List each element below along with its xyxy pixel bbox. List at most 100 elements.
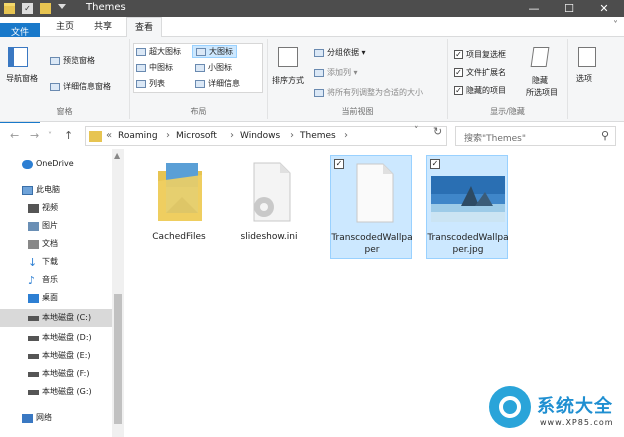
breadcrumb-overflow[interactable]: « [106, 130, 112, 141]
sidebar-item-drive-d[interactable]: 本地磁盘 (D:) [0, 329, 112, 347]
layout-details[interactable]: 详细信息 [195, 78, 240, 89]
navigation-pane-button[interactable]: 导航窗格 [6, 73, 38, 84]
hide-selected-button-top[interactable]: 隐藏 [532, 75, 548, 86]
computer-icon [22, 186, 33, 195]
layout-list[interactable]: 列表 [136, 78, 165, 89]
checkbox-checked-icon[interactable]: ✓ [334, 159, 344, 169]
medium-icons-icon [136, 63, 146, 72]
tab-share[interactable]: 共享 [86, 17, 120, 37]
folder-icon [89, 131, 102, 142]
layout-small-icons[interactable]: 小图标 [195, 62, 232, 73]
preview-pane-icon [50, 56, 60, 65]
small-icons-icon [195, 63, 205, 72]
breadcrumb-roaming[interactable]: Roaming [118, 131, 158, 141]
file-extensions-toggle[interactable]: ✓ 文件扩展名 [454, 67, 506, 78]
search-icon[interactable]: ⚲ [601, 129, 609, 142]
scrollbar-thumb[interactable] [114, 294, 122, 424]
preview-pane-button[interactable]: 预览窗格 [50, 55, 95, 66]
address-field[interactable]: « Roaming › Microsoft › Windows › Themes… [85, 126, 447, 146]
sidebar-item-this-pc[interactable]: 此电脑 [0, 181, 112, 199]
maximize-button[interactable]: ☐ [554, 0, 584, 17]
sidebar-item-drive-g[interactable]: 本地磁盘 (G:) [0, 383, 112, 401]
address-dropdown-icon[interactable]: ˅ [414, 126, 419, 136]
sidebar-item-documents[interactable]: 文档 [0, 235, 112, 253]
sidebar-scrollbar[interactable]: ▲ [112, 149, 124, 437]
minimize-button[interactable]: — [519, 0, 549, 17]
sidebar-item-drive-f[interactable]: 本地磁盘 (F:) [0, 365, 112, 383]
properties-icon[interactable]: ✓ [22, 3, 33, 14]
file-name: TranscodedWallpaper.jpg [427, 233, 509, 255]
drive-icon [28, 372, 39, 377]
close-button[interactable]: ✕ [589, 0, 619, 17]
sort-by-button[interactable]: 排序方式 [272, 75, 304, 86]
chevron-right-icon[interactable]: › [230, 130, 234, 141]
fit-columns-icon [314, 88, 324, 97]
ribbon-expand-icon[interactable]: ˅ [613, 20, 618, 31]
scroll-up-icon[interactable]: ▲ [114, 151, 120, 160]
sidebar-item-network[interactable]: 网络 [0, 409, 112, 427]
chevron-right-icon[interactable]: › [166, 130, 170, 141]
options-button[interactable]: 选项 [576, 73, 592, 84]
recent-locations-icon[interactable]: ˅ [48, 131, 52, 140]
video-icon [28, 204, 39, 213]
tab-home[interactable]: 主页 [48, 17, 82, 37]
hide-selected-icon[interactable] [530, 47, 550, 67]
sort-by-icon[interactable] [278, 47, 298, 67]
sidebar-item-desktop[interactable]: 桌面 [0, 289, 112, 307]
checkbox-checked-icon: ✓ [454, 86, 463, 95]
folder-icon [158, 163, 202, 221]
group-label-show-hide: 显示/隐藏 [490, 107, 525, 116]
layout-medium-icons[interactable]: 中图标 [136, 62, 173, 73]
file-item-transcoded-wallpaper[interactable]: ✓ TranscodedWallpaper [330, 155, 413, 259]
drive-icon [28, 354, 39, 359]
navigation-pane-icon[interactable] [8, 47, 28, 67]
search-placeholder: 搜索"Themes" [464, 134, 527, 144]
file-item-transcoded-wallpaper-jpg[interactable]: ✓ TranscodedWallpaper.jpg [426, 155, 509, 259]
chevron-right-icon[interactable]: › [290, 130, 294, 141]
item-checkboxes-toggle[interactable]: ✓ 项目复选框 [454, 49, 506, 60]
sidebar-item-onedrive[interactable]: OneDrive [0, 155, 112, 173]
watermark-title: 系统大全 [537, 396, 613, 417]
breadcrumb-microsoft[interactable]: Microsoft [176, 131, 217, 141]
title-bar: ✓ Themes — ☐ ✕ [0, 0, 624, 17]
details-pane-button[interactable]: 详细信息窗格 [50, 81, 111, 92]
options-icon[interactable] [578, 47, 596, 67]
breadcrumb-themes[interactable]: Themes [300, 131, 336, 141]
file-item-slideshow-ini[interactable]: slideshow.ini [228, 155, 310, 259]
chevron-down-icon[interactable] [58, 4, 66, 9]
sidebar-item-drive-c[interactable]: 本地磁盘 (C:) [0, 309, 112, 327]
new-folder-icon[interactable] [40, 3, 51, 14]
hidden-items-toggle[interactable]: ✓ 隐藏的项目 [454, 85, 506, 96]
drive-icon [28, 316, 39, 321]
sidebar-item-drive-e[interactable]: 本地磁盘 (E:) [0, 347, 112, 365]
checkbox-checked-icon[interactable]: ✓ [430, 159, 440, 169]
layout-large-icons[interactable]: 大图标 [192, 45, 237, 58]
fit-columns-button[interactable]: 将所有列调整为合适的大小 [314, 87, 423, 98]
layout-extra-large-icons[interactable]: 超大图标 [136, 46, 181, 57]
large-icons-icon [196, 47, 206, 56]
breadcrumb-windows[interactable]: Windows [240, 131, 280, 141]
tab-view[interactable]: 查看 [126, 17, 162, 38]
details-pane-icon [50, 82, 60, 91]
sidebar-item-music[interactable]: ♪ 音乐 [0, 271, 112, 289]
hide-selected-button-bottom[interactable]: 所选项目 [526, 87, 558, 98]
layout-gallery: 超大图标 大图标 中图标 小图标 列表 详细信息 [133, 43, 263, 93]
watermark-logo-ring [499, 396, 521, 418]
back-arrow-icon[interactable]: ← [10, 129, 19, 142]
search-input[interactable]: 搜索"Themes" ⚲ [455, 126, 616, 146]
window-title: Themes [86, 2, 126, 13]
add-column-button[interactable]: 添加列 ▾ [314, 67, 358, 78]
file-item-cachedfiles[interactable]: CachedFiles [138, 155, 220, 259]
group-show-hide: ✓ 项目复选框 ✓ 文件扩展名 ✓ 隐藏的项目 隐藏 所选项目 显示/隐藏 [448, 39, 568, 119]
refresh-icon[interactable]: ↻ [433, 125, 442, 138]
forward-arrow-icon[interactable]: → [30, 129, 39, 142]
group-by-icon [314, 48, 324, 57]
sidebar-item-videos[interactable]: 视频 [0, 199, 112, 217]
group-by-button[interactable]: 分组依据 ▾ [314, 47, 366, 58]
drive-icon [28, 336, 39, 341]
sidebar-item-downloads[interactable]: ↓ 下载 [0, 253, 112, 271]
sidebar-item-pictures[interactable]: 图片 [0, 217, 112, 235]
up-arrow-icon[interactable]: ↑ [64, 129, 73, 142]
chevron-right-icon[interactable]: › [344, 130, 348, 141]
group-current-view: 排序方式 分组依据 ▾ 添加列 ▾ 将所有列调整为合适的大小 当前视图 [268, 39, 448, 119]
